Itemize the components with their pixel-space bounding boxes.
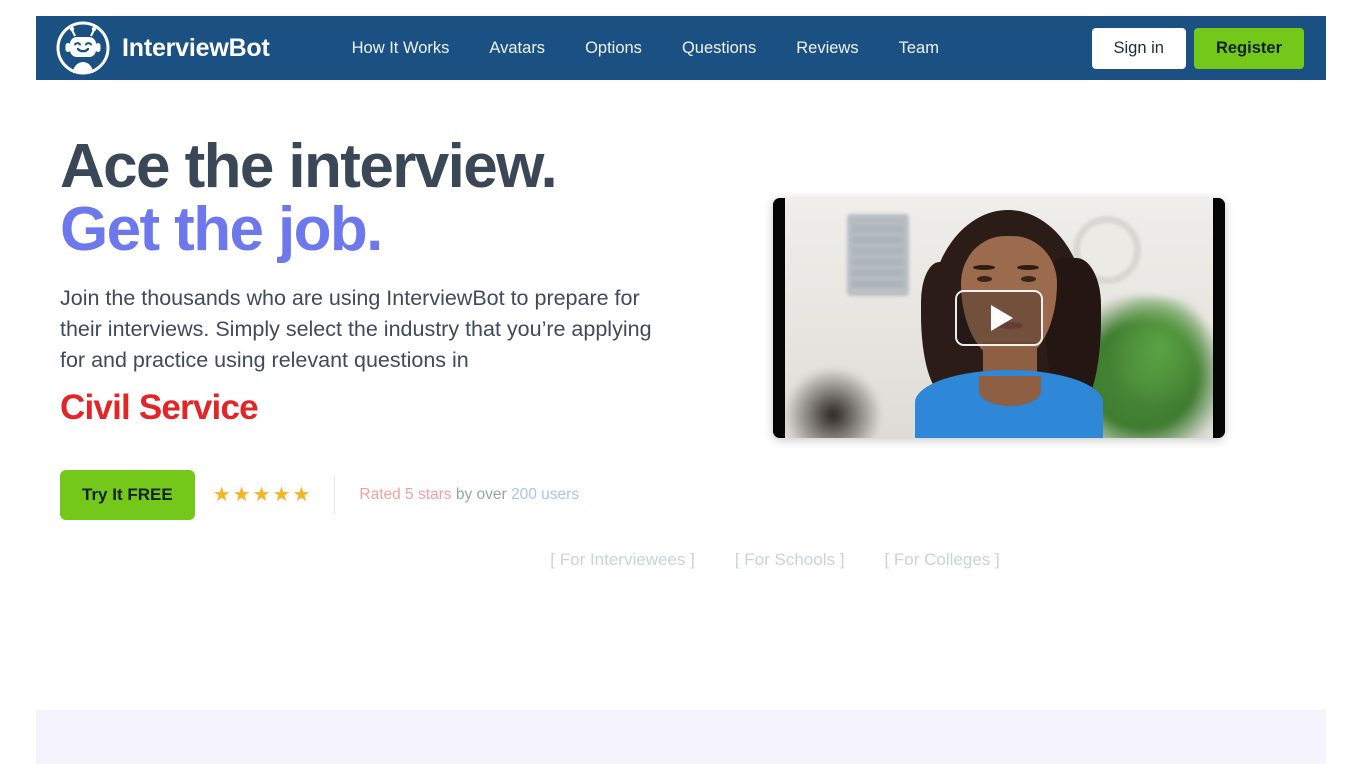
nav-item-avatars[interactable]: Avatars [469,31,565,66]
link-for-interviewees[interactable]: [ For Interviewees ] [550,550,695,570]
star-icon: ★ [212,484,231,507]
rating-summary: Rated 5 stars by over 200 users [359,486,579,504]
letterbox-right [1213,198,1225,438]
vertical-divider [334,476,336,515]
brand-name: InterviewBot [122,33,270,62]
rating-connector: by over [451,486,512,504]
star-icon: ★ [252,484,271,507]
play-button[interactable] [955,290,1043,346]
nav-item-how-it-works[interactable]: How It Works [332,31,470,66]
nav-item-team[interactable]: Team [879,31,959,66]
main-nav: How It Works Avatars Options Questions R… [332,31,959,66]
page-root: InterviewBot How It Works Avatars Option… [0,0,1360,764]
play-triangle-icon [991,305,1013,331]
nav-item-options[interactable]: Options [565,31,662,66]
sign-in-button[interactable]: Sign in [1091,27,1186,69]
hero-copy: Ace the interview. Get the job. Join the… [60,132,720,521]
nav-item-reviews[interactable]: Reviews [776,31,878,66]
site-header: InterviewBot How It Works Avatars Option… [36,16,1326,80]
hero-section: Ace the interview. Get the job. Join the… [0,80,1360,700]
star-icon: ★ [292,484,311,507]
audience-links: [ For Interviewees ] [ For Schools ] [ F… [60,550,1160,570]
hero-video-player[interactable] [773,198,1225,438]
cta-row: Try It FREE ★ ★ ★ ★ ★ Rated 5 stars by o… [60,470,720,521]
letterbox-left [773,198,785,438]
nav-item-questions[interactable]: Questions [662,31,776,66]
bottom-section-band [36,710,1326,764]
star-icon: ★ [272,484,291,507]
link-for-schools[interactable]: [ For Schools ] [735,550,845,570]
hero-paragraph: Join the thousands who are using Intervi… [60,286,652,372]
selected-industry: Civil Service [60,388,259,428]
star-icon: ★ [232,484,251,507]
rating-users-link[interactable]: 200 users [511,486,579,503]
brand-logo[interactable]: InterviewBot [56,21,270,75]
register-button[interactable]: Register [1193,27,1304,69]
rating-label: Rated 5 stars [359,486,452,504]
auth-actions: Sign in Register [1091,27,1304,69]
star-rating: ★ ★ ★ ★ ★ [213,485,311,505]
headline-line-1: Ace the interview. [60,132,558,201]
link-for-colleges[interactable]: [ For Colleges ] [884,550,999,570]
page-title: Ace the interview. Get the job. [60,132,720,265]
try-it-free-button[interactable]: Try It FREE [60,470,195,521]
headline-line-2: Get the job. [60,195,383,265]
robot-head-icon [56,21,110,75]
